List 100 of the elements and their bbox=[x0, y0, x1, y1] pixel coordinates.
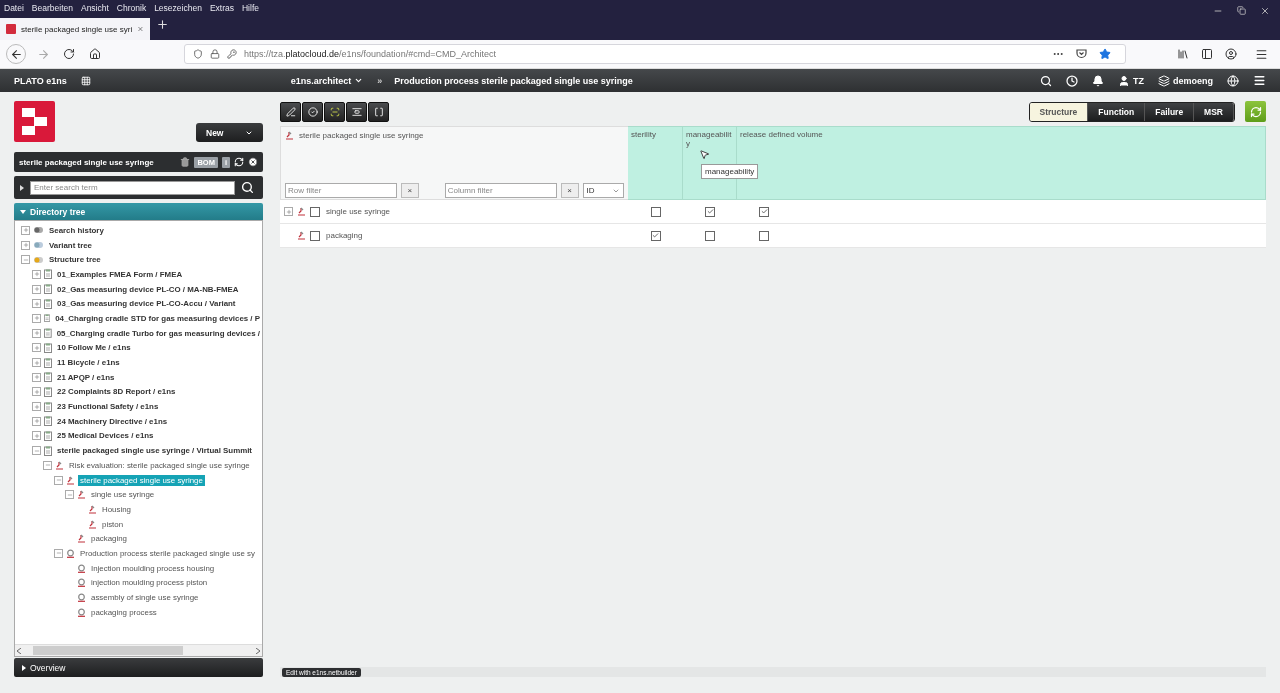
refresh-button[interactable] bbox=[1245, 101, 1266, 122]
search-field[interactable]: Enter search term bbox=[30, 180, 235, 195]
module-dropdown[interactable]: e1ns.architect bbox=[290, 75, 364, 86]
object-title: sterile packaged single use syringe bbox=[19, 157, 155, 167]
clipboard-icon bbox=[44, 445, 52, 456]
pocket-icon[interactable] bbox=[1076, 49, 1087, 59]
caret-icon bbox=[20, 209, 26, 214]
clipboard-icon bbox=[44, 401, 52, 412]
row-checkbox[interactable] bbox=[310, 230, 320, 241]
toggle-icon bbox=[33, 255, 44, 264]
overview-header[interactable]: Overview bbox=[14, 658, 263, 677]
element-icon bbox=[88, 504, 97, 514]
menu-item[interactable]: Chronik bbox=[116, 3, 147, 13]
caret-icon[interactable] bbox=[20, 184, 24, 191]
menu-icon[interactable] bbox=[1255, 47, 1268, 61]
toolbar-button[interactable] bbox=[324, 101, 345, 122]
view-tab[interactable]: Function bbox=[1088, 102, 1146, 121]
clear-button[interactable]: × bbox=[560, 183, 579, 198]
globe-icon[interactable] bbox=[1227, 74, 1239, 87]
clipboard-icon bbox=[44, 342, 52, 353]
menu-item[interactable]: Ansicht bbox=[80, 3, 109, 13]
home-icon bbox=[89, 48, 101, 60]
view-tab[interactable]: MSR bbox=[1194, 102, 1234, 121]
toggle-icon bbox=[33, 241, 44, 250]
menu-item[interactable]: Hilfe bbox=[241, 3, 259, 13]
menu-icon[interactable] bbox=[1253, 74, 1266, 87]
search-icon[interactable] bbox=[241, 181, 254, 194]
view-tab[interactable]: Structure bbox=[1029, 102, 1089, 121]
element-icon bbox=[297, 231, 306, 240]
clipboard-icon bbox=[44, 357, 52, 368]
cell-checkbox[interactable] bbox=[759, 230, 769, 241]
menu-item[interactable]: Bearbeiten bbox=[31, 3, 73, 13]
url-field[interactable]: https://tza.platocloud.de/e1ns/foundation/#cmd=CMD_Architect bbox=[184, 44, 1126, 64]
clipboard-icon bbox=[44, 298, 52, 309]
reload-icon bbox=[63, 48, 75, 60]
element-icon bbox=[66, 475, 75, 485]
logo-icon bbox=[14, 101, 55, 142]
user-icon[interactable] bbox=[1118, 74, 1130, 87]
tooltip: manageability bbox=[701, 164, 759, 179]
lock-icon bbox=[210, 49, 220, 59]
new-tab-icon[interactable] bbox=[156, 18, 169, 31]
cell-checkbox[interactable] bbox=[759, 206, 769, 217]
workspace-name[interactable]: demoeng bbox=[1173, 75, 1213, 86]
element-icon bbox=[77, 534, 86, 544]
trash-icon[interactable] bbox=[180, 157, 191, 167]
back-icon bbox=[9, 47, 23, 61]
bracket-icon bbox=[373, 106, 384, 117]
clock-icon[interactable] bbox=[1066, 74, 1078, 87]
bookmark-star-icon[interactable] bbox=[1099, 48, 1111, 60]
clipboard-icon bbox=[44, 284, 52, 295]
clipboard-icon bbox=[44, 430, 52, 441]
browser-tab[interactable]: sterile packaged single use syri bbox=[0, 18, 150, 40]
row-filter-field[interactable]: Row filter bbox=[285, 183, 397, 198]
restore-icon[interactable] bbox=[1237, 6, 1246, 15]
toolbar-button[interactable] bbox=[346, 101, 367, 122]
scroll-left-icon[interactable] bbox=[17, 647, 21, 654]
apps-grid-icon[interactable] bbox=[80, 75, 91, 86]
cell-checkbox[interactable] bbox=[650, 230, 661, 241]
cell-checkbox[interactable] bbox=[705, 230, 715, 241]
product-name: PLATO e1ns bbox=[14, 75, 67, 86]
new-button[interactable]: New bbox=[196, 123, 263, 142]
process-icon bbox=[66, 548, 75, 558]
library-icon[interactable] bbox=[1177, 48, 1189, 60]
directory-tree-header[interactable]: Directory tree bbox=[14, 203, 263, 220]
menu-item[interactable]: Datei bbox=[4, 3, 24, 13]
bell-icon[interactable] bbox=[1092, 74, 1104, 87]
column-filter-field[interactable]: Column filter bbox=[444, 183, 557, 198]
refresh-icon[interactable] bbox=[234, 157, 244, 167]
favicon-icon bbox=[6, 24, 16, 34]
process-icon bbox=[77, 593, 86, 603]
process-icon bbox=[77, 563, 86, 573]
menu-item[interactable]: Extras bbox=[209, 3, 234, 13]
account-icon[interactable] bbox=[1225, 48, 1237, 60]
row-label: single use syringe bbox=[326, 207, 391, 216]
horizontal-scrollbar[interactable] bbox=[15, 644, 262, 656]
user-initials[interactable]: TZ bbox=[1133, 75, 1144, 86]
cursor-icon bbox=[699, 149, 710, 160]
row-checkbox[interactable] bbox=[310, 206, 320, 217]
clipboard-icon bbox=[44, 313, 51, 324]
url-text: https://tza.platocloud.de/e1ns/foundation/#cmd=CMD_Architect bbox=[244, 49, 496, 59]
process-icon bbox=[77, 607, 86, 617]
scroll-right-icon[interactable] bbox=[256, 647, 260, 654]
layers-icon[interactable] bbox=[1158, 74, 1170, 87]
history-icon bbox=[33, 226, 44, 235]
cell-checkbox[interactable] bbox=[650, 206, 661, 217]
close-icon[interactable] bbox=[1260, 6, 1270, 16]
column-header: sterility bbox=[628, 126, 683, 200]
cell-checkbox[interactable] bbox=[705, 206, 715, 217]
search-icon[interactable] bbox=[1040, 74, 1052, 87]
pen-icon bbox=[285, 106, 296, 117]
toolbar-button[interactable] bbox=[280, 101, 301, 122]
clear-button[interactable]: × bbox=[401, 183, 419, 198]
id-select[interactable]: ID bbox=[582, 183, 624, 198]
view-tab[interactable]: Failure bbox=[1145, 102, 1195, 121]
element-icon bbox=[77, 490, 86, 500]
close-icon[interactable] bbox=[248, 157, 258, 167]
toolbar-button[interactable] bbox=[302, 101, 323, 122]
sidebar-icon[interactable] bbox=[1201, 48, 1213, 60]
toolbar-button[interactable] bbox=[368, 101, 389, 122]
menu-item[interactable]: Lesezeichen bbox=[154, 3, 202, 13]
